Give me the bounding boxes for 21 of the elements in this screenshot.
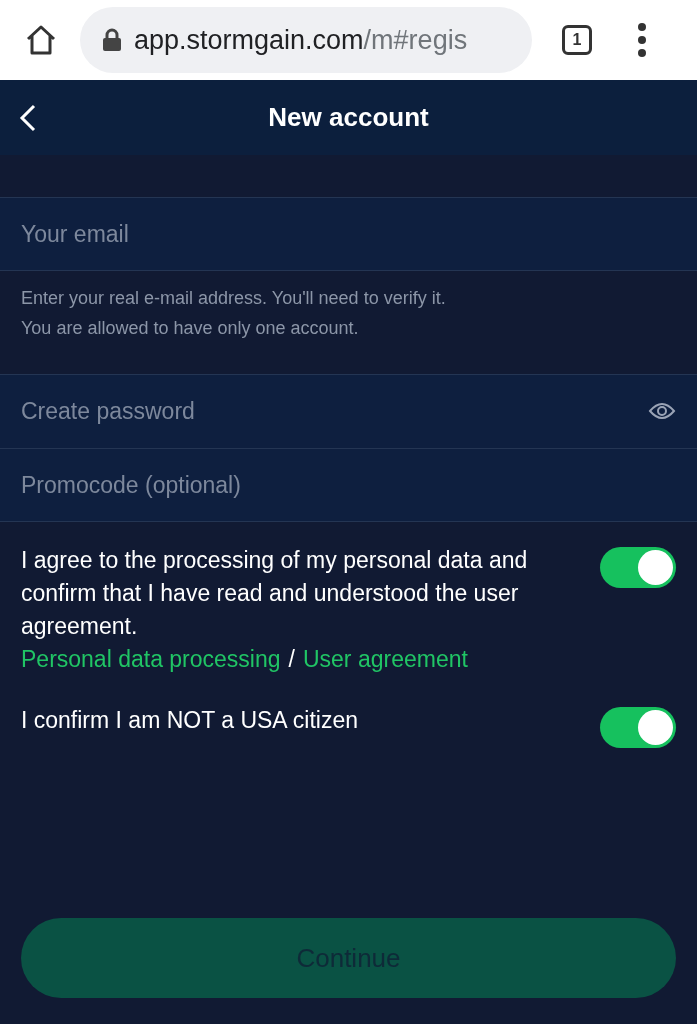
tab-count-button[interactable]: 1 bbox=[562, 25, 592, 55]
link[interactable]: User agreement bbox=[302, 643, 468, 676]
lock-icon bbox=[102, 28, 122, 52]
consent-text: I confirm I am NOT a USA citizen bbox=[21, 706, 359, 735]
input-field[interactable]: Your email bbox=[0, 197, 697, 271]
hint-text: You are allowed to have only one account. bbox=[21, 317, 360, 339]
address-bar[interactable]: app.stormgain.com/m#regis bbox=[80, 7, 532, 73]
consent-text: I agree to the processing of my personal data and confirm that I have read and understood the user agreement. bbox=[21, 546, 529, 641]
back-icon[interactable] bbox=[18, 102, 38, 133]
toggle-switch[interactable] bbox=[600, 707, 676, 748]
more-options-icon[interactable] bbox=[638, 23, 646, 57]
home-icon[interactable] bbox=[24, 24, 58, 56]
input-field[interactable]: Create password bbox=[0, 374, 697, 448]
eye-icon[interactable] bbox=[648, 401, 676, 421]
separator-text: / bbox=[288, 645, 295, 674]
url-text: app.stormgain.com/m#regis bbox=[134, 23, 468, 57]
input-field[interactable]: Promocode (optional) bbox=[0, 448, 697, 522]
toggle-switch[interactable] bbox=[600, 547, 676, 588]
link[interactable]: Personal data processing bbox=[21, 643, 281, 676]
page-title: New account bbox=[268, 101, 429, 134]
hint-text: Enter your real e-mail address. You'll need to verify it. bbox=[21, 287, 447, 309]
